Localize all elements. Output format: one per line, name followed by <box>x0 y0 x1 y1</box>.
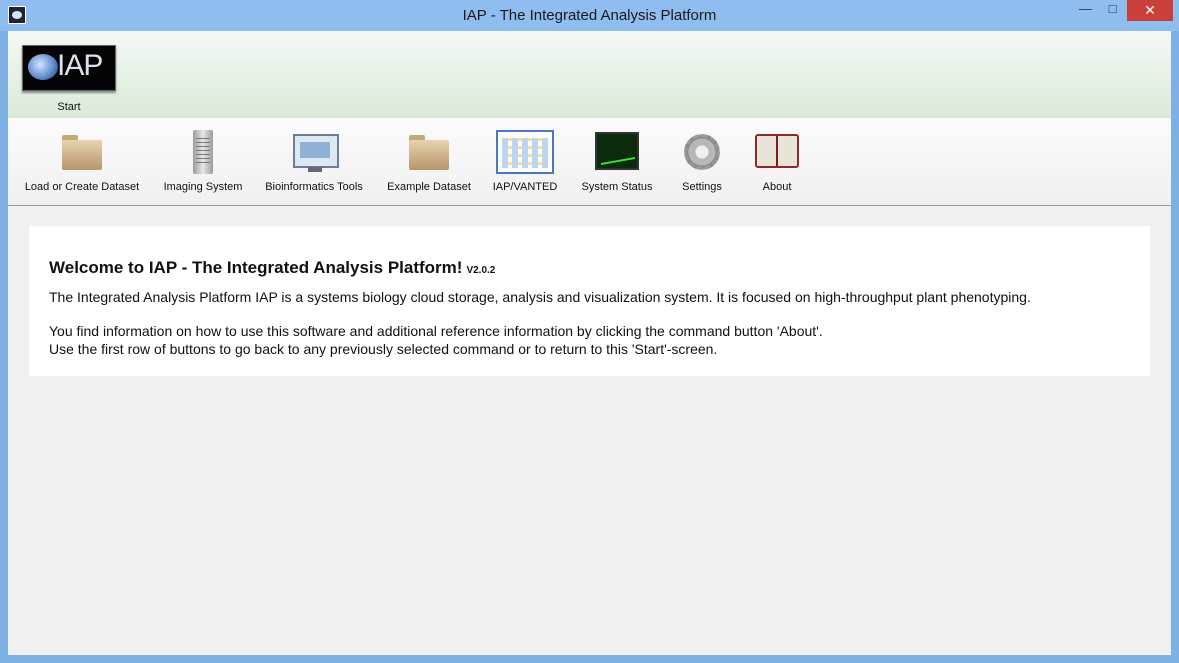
monitor-icon <box>290 128 339 176</box>
title-bar[interactable]: IAP - The Integrated Analysis Platform —… <box>0 0 1179 31</box>
bioinformatics-tools-button[interactable]: Bioinformatics Tools <box>262 128 366 193</box>
settings-button[interactable]: Settings <box>672 128 732 193</box>
minimize-button[interactable]: — <box>1072 1 1099 22</box>
system-monitor-icon <box>593 128 641 176</box>
server-icon <box>179 128 227 176</box>
welcome-panel: Welcome to IAP - The Integrated Analysis… <box>29 226 1150 376</box>
system-status-button[interactable]: System Status <box>578 128 656 193</box>
version-label: V2.0.2 <box>466 265 496 276</box>
example-dataset-button[interactable]: Example Dataset <box>384 128 474 193</box>
gear-icon <box>678 128 726 176</box>
book-icon <box>753 128 801 176</box>
iap-logo-icon: IAP <box>22 45 116 91</box>
system-status-label: System Status <box>581 181 653 193</box>
welcome-heading: Welcome to IAP - The Integrated Analysis… <box>49 258 495 278</box>
close-icon: ✕ <box>1144 2 1156 18</box>
about-label: About <box>762 181 792 193</box>
folder-icon <box>405 128 453 176</box>
intro-paragraph: The Integrated Analysis Platform IAP is … <box>49 289 1031 305</box>
start-button[interactable]: IAP Start <box>22 45 116 113</box>
iap-vanted-label: IAP/VANTED <box>492 181 558 193</box>
logo-text: IAP <box>57 49 103 82</box>
app-window: IAP - The Integrated Analysis Platform —… <box>0 0 1179 663</box>
window-title: IAP - The Integrated Analysis Platform <box>462 7 717 24</box>
open-folder-icon <box>58 128 106 176</box>
iap-vanted-button[interactable]: IAP/VANTED <box>490 128 560 193</box>
maximize-icon: □ <box>1108 1 1117 16</box>
load-create-dataset-button[interactable]: Load or Create Dataset <box>22 128 142 193</box>
start-label: Start <box>57 101 81 113</box>
maximize-button[interactable]: □ <box>1099 1 1126 22</box>
history-bar: IAP Start <box>8 31 1171 118</box>
navigation-hint-paragraph: Use the first row of buttons to go back … <box>49 341 718 357</box>
client-area: IAP Start Load or Create Dataset Imaging… <box>8 31 1171 655</box>
example-dataset-label: Example Dataset <box>387 181 471 193</box>
bioinformatics-tools-label: Bioinformatics Tools <box>265 181 363 193</box>
command-toolbar: Load or Create Dataset Imaging System Bi… <box>8 118 1171 206</box>
welcome-title: Welcome to IAP - The Integrated Analysis… <box>49 258 463 277</box>
load-create-dataset-label: Load or Create Dataset <box>24 181 140 193</box>
imaging-system-button[interactable]: Imaging System <box>158 128 248 193</box>
minimize-icon: — <box>1079 1 1092 16</box>
about-hint-paragraph: You find information on how to use this … <box>49 323 823 339</box>
close-button[interactable]: ✕ <box>1127 0 1173 21</box>
imaging-system-label: Imaging System <box>163 181 243 193</box>
globe-icon <box>28 54 58 80</box>
vanted-graph-icon <box>496 128 554 176</box>
about-button[interactable]: About <box>748 128 806 193</box>
settings-label: Settings <box>682 181 722 193</box>
